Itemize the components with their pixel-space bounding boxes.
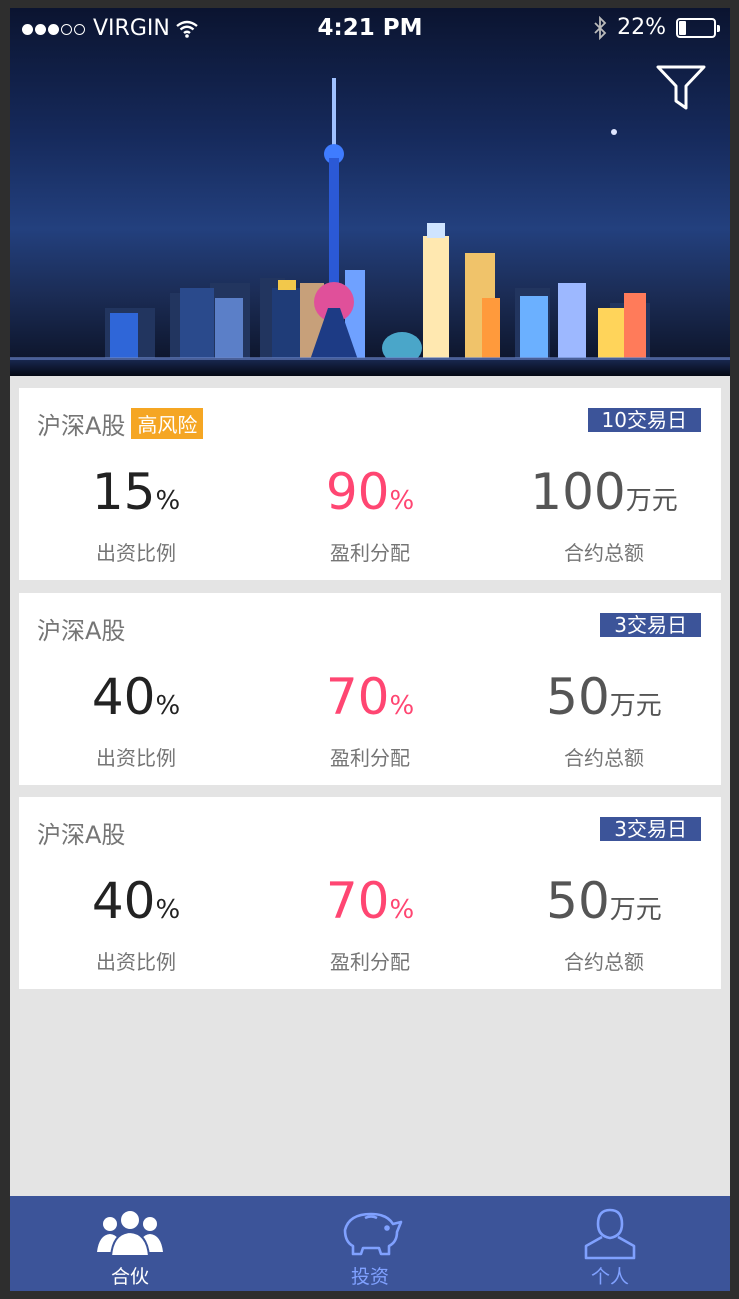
profit-share-label: 盈利分配 xyxy=(330,746,410,770)
contract-card[interactable]: 沪深A股 3交易日 40% 出资比例 70% 盈利分配 50万元 合约总额 xyxy=(19,797,721,989)
contract-total-label: 合约总额 xyxy=(564,746,644,770)
contract-total: 100万元 合约总额 xyxy=(487,464,721,566)
market-name: 沪深A股 xyxy=(37,821,126,849)
tab-personal[interactable]: 个人 xyxy=(490,1196,730,1291)
contract-total-label: 合约总额 xyxy=(564,950,644,974)
profit-share-value: 90 xyxy=(325,463,390,521)
investment-ratio-label: 出资比例 xyxy=(96,541,176,565)
bluetooth-icon xyxy=(594,15,607,40)
investment-ratio-value: 15 xyxy=(91,463,156,521)
profit-share-label: 盈利分配 xyxy=(330,541,410,565)
battery-percent: 22% xyxy=(617,15,666,40)
investment-ratio-value: 40 xyxy=(91,872,156,930)
filter-icon[interactable] xyxy=(655,64,707,112)
group-icon xyxy=(97,1209,163,1257)
battery-icon xyxy=(676,17,720,38)
profit-share-label: 盈利分配 xyxy=(330,950,410,974)
battery-level xyxy=(679,20,686,35)
piggy-bank-icon xyxy=(343,1212,403,1256)
tab-label: 投资 xyxy=(350,1266,389,1288)
contract-total-unit: 万元 xyxy=(609,895,662,925)
city-skyline-image xyxy=(10,78,730,376)
investment-ratio-unit: % xyxy=(155,691,181,721)
contract-card[interactable]: 沪深A股 3交易日 40% 出资比例 70% 盈利分配 50万元 合约总额 xyxy=(19,593,721,785)
tab-investment[interactable]: 投资 xyxy=(250,1196,490,1291)
status-right: 22% xyxy=(593,15,720,40)
contract-total-value: 50 xyxy=(546,668,610,726)
risk-badge: 高风险 xyxy=(131,408,204,439)
profit-share-unit: % xyxy=(389,691,415,721)
contract-total-value: 100 xyxy=(530,463,626,521)
profit-share-unit: % xyxy=(389,895,415,925)
market-name: 沪深A股 xyxy=(37,617,126,645)
profit-share-value: 70 xyxy=(325,872,390,930)
market-label: 沪深A股 xyxy=(37,412,126,440)
investment-ratio: 15% 出资比例 xyxy=(19,464,253,566)
profit-share: 70% 盈利分配 xyxy=(253,873,487,975)
profit-share-value: 70 xyxy=(325,668,390,726)
investment-ratio-label: 出资比例 xyxy=(96,950,176,974)
profit-share-unit: % xyxy=(389,486,415,516)
contract-total-label: 合约总额 xyxy=(564,541,644,565)
investment-ratio-unit: % xyxy=(155,895,181,925)
investment-ratio-value: 40 xyxy=(91,668,156,726)
tab-partnership[interactable]: 合伙 xyxy=(10,1196,250,1291)
person-icon xyxy=(584,1208,636,1260)
investment-ratio-label: 出资比例 xyxy=(96,746,176,770)
contract-total-unit: 万元 xyxy=(625,486,678,516)
contract-card[interactable]: 沪深A股 高风险 10交易日 15% 出资比例 90% 盈利分配 100万元 合约… xyxy=(19,388,721,580)
contract-total-value: 50 xyxy=(546,872,610,930)
trading-days-badge: 3交易日 xyxy=(600,817,701,841)
market-name: 沪深A股 高风险 xyxy=(37,406,204,441)
phone-screen: VIRGIN 4:21 PM 22% 沪深A股 高风险 10交易日 15% 出资… xyxy=(10,8,730,1291)
profit-share: 90% 盈利分配 xyxy=(253,464,487,566)
bottom-tab-bar: 合伙 投资 个人 xyxy=(10,1196,730,1291)
contract-total: 50万元 合约总额 xyxy=(487,669,721,771)
hero-banner: VIRGIN 4:21 PM 22% xyxy=(10,8,730,376)
trading-days-badge: 10交易日 xyxy=(587,408,701,432)
tab-label: 合伙 xyxy=(110,1266,149,1288)
investment-ratio: 40% 出资比例 xyxy=(19,669,253,771)
trading-days-badge: 3交易日 xyxy=(600,613,701,637)
status-bar: VIRGIN 4:21 PM 22% xyxy=(10,8,730,50)
contract-total: 50万元 合约总额 xyxy=(487,873,721,975)
tab-label: 个人 xyxy=(590,1266,629,1288)
investment-ratio: 40% 出资比例 xyxy=(19,873,253,975)
profit-share: 70% 盈利分配 xyxy=(253,669,487,771)
investment-ratio-unit: % xyxy=(155,486,181,516)
contract-total-unit: 万元 xyxy=(609,691,662,721)
